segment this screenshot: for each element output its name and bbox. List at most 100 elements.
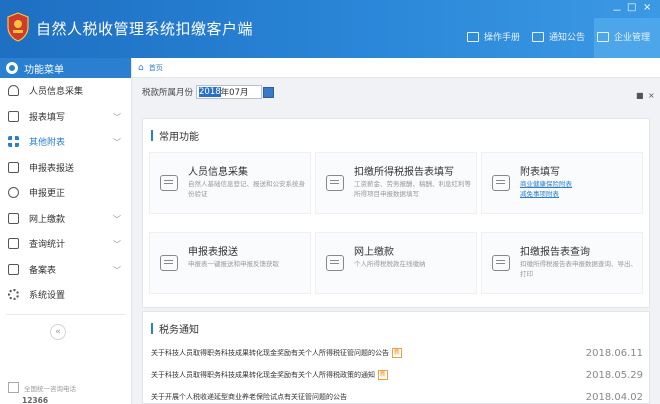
sidebar-item-label: 申报表报送 (29, 163, 75, 174)
sidebar-item-online-payment[interactable]: 网上缴款 ﹀ (0, 206, 131, 232)
common-functions-panel: 常用功能 人员信息采集 自然人基础信息登记、报送和公安系统身份验证 扣缴所得税报… (142, 118, 650, 308)
tax-month-year: 2018 (199, 87, 221, 97)
chevron-down-icon: ﹀ (113, 240, 121, 249)
tax-relief-link[interactable]: 减免事项附表 (520, 189, 638, 199)
card-online-payment[interactable]: 网上缴款 个人所得税税款在线缴纳 (315, 232, 477, 294)
hotline-number: 12366 (22, 396, 49, 404)
card-report-query[interactable]: 扣缴报告表查询 扣缴所得税报告表申报数据查询、导出、打印 (481, 232, 643, 294)
send-doc-icon (160, 255, 178, 271)
phone-icon (8, 382, 19, 393)
minimize-button[interactable]: － (612, 2, 622, 17)
sidebar-item-label: 备案表 (29, 265, 57, 276)
gear-icon (8, 289, 19, 301)
card-desc: 扣缴所得税报告表申报数据查询、导出、打印 (520, 260, 637, 278)
new-badge: 新 (392, 348, 403, 358)
sidebar-item-settings[interactable]: 系统设置 (0, 282, 131, 308)
tax-month-month: 年07月 (220, 88, 249, 98)
notice-item[interactable]: 关于科技人员取得职务科技成果转化现金奖励有关个人所得税征管问题的公告 新 201… (151, 346, 643, 360)
tab-close-button[interactable]: × (648, 91, 655, 100)
notice-link[interactable]: 通知公告 (532, 30, 585, 43)
panel-title-label: 税务通知 (159, 325, 199, 336)
sidebar-item-label: 报表填写 (29, 112, 66, 123)
card-personnel-info[interactable]: 人员信息采集 自然人基础信息登记、报送和公安系统身份验证 (149, 152, 311, 214)
id-card-icon (160, 175, 178, 191)
new-badge: 新 (378, 370, 389, 380)
query-icon (492, 255, 510, 271)
sidebar-item-submit-report[interactable]: 申报表报送 (0, 155, 131, 181)
close-button[interactable]: × (643, 2, 651, 13)
tax-month-label: 税款所属月份 (142, 88, 194, 98)
sidebar-divider (6, 314, 125, 315)
sidebar-item-correction[interactable]: 申报更正 (0, 180, 131, 206)
wallet-icon (8, 212, 19, 224)
send-doc-icon (8, 161, 19, 173)
hotline-label: 全国统一咨询电话 (24, 384, 76, 393)
panel-title-label: 常用功能 (159, 132, 199, 143)
tax-emblem-icon (7, 12, 29, 42)
sidebar-item-label: 网上缴款 (29, 214, 66, 225)
menu-header[interactable]: 功能菜单 (0, 58, 131, 78)
user-icon (8, 85, 19, 97)
menu-icon (6, 62, 18, 74)
query-icon (8, 238, 19, 250)
title-bar: 自然人税收管理系统扣缴客户端 操作手册 通知公告 企业管理 － □ × (0, 0, 660, 58)
enterprise-management-link[interactable]: 企业管理 (597, 30, 650, 43)
chevron-down-icon: ﹀ (113, 265, 121, 275)
card-submit-report[interactable]: 申报表报送 申报表一键报送和申报反馈获取 (149, 232, 311, 294)
card-title: 扣缴所得税报告表填写 (354, 167, 454, 178)
card-desc: 商业健康保险附表 减免事项附表 (520, 179, 638, 199)
card-attached-schedules[interactable]: 附表填写 商业健康保险附表 减免事项附表 (481, 152, 643, 214)
notice-text: 关于科技人员取得职务科技成果转化现金奖励有关个人所得税政策的通知 (151, 371, 375, 379)
report-form-icon (326, 175, 344, 191)
health-insurance-link[interactable]: 商业健康保险附表 (520, 179, 638, 189)
maximize-button[interactable]: □ (627, 2, 636, 13)
notice-item[interactable]: 关于科技人员取得职务科技成果转化现金奖励有关个人所得税政策的通知 新 2018.… (151, 368, 643, 382)
sidebar-item-label: 系统设置 (29, 291, 66, 302)
card-desc: 自然人基础信息登记、报送和公安系统身份验证 (188, 180, 305, 198)
calendar-picker-button[interactable] (263, 86, 275, 98)
notice-date: 2018.04.02 (585, 391, 643, 403)
chevron-down-icon: ﹀ (113, 138, 121, 147)
sidebar-item-report-fill[interactable]: 报表填写 ﹀ (0, 104, 131, 130)
sidebar-item-label: 其他附表 (29, 138, 66, 149)
sidebar-item-other-schedules[interactable]: 其他附表 ﹀ (0, 129, 131, 155)
common-functions-title: 常用功能 (151, 128, 199, 143)
chevron-down-icon: ﹀ (113, 214, 121, 224)
tax-month-filter: 税款所属月份 2018 年07月 (142, 85, 275, 99)
tax-month-input[interactable]: 2018 年07月 (196, 85, 263, 99)
chevron-down-icon: ﹀ (113, 112, 121, 122)
building-icon (597, 31, 609, 42)
wallet-icon (326, 255, 344, 271)
manual-link[interactable]: 操作手册 (467, 30, 520, 43)
home-icon[interactable]: ⌂ (138, 63, 144, 73)
edit-icon (492, 175, 510, 191)
sidebar-item-label: 查询统计 (29, 240, 66, 251)
manual-icon (467, 31, 479, 42)
breadcrumb-home[interactable]: 首页 (149, 63, 163, 73)
card-title: 申报表报送 (188, 247, 238, 258)
collapse-sidebar-button[interactable]: « (50, 324, 66, 340)
notice-item[interactable]: 关于开展个人税收递延型商业养老保险试点有关征管问题的公告 2018.04.02 (151, 390, 643, 404)
tax-notices-title: 税务通知 (151, 321, 199, 336)
card-withholding-report[interactable]: 扣缴所得税报告表填写 工资薪金、劳务报酬、稿酬、利息红利等所得项目申报数据填写 (315, 152, 477, 214)
tab-menu-button[interactable]: ■ (636, 91, 644, 100)
card-title: 网上缴款 (354, 247, 394, 258)
notice-text: 关于科技人员取得职务科技成果转化现金奖励有关个人所得税征管问题的公告 (151, 349, 389, 357)
sidebar: 功能菜单 人员信息采集 报表填写 ﹀ 其他附表 ﹀ 申报表报送 申报更正 网上缴… (0, 58, 132, 404)
card-title: 人员信息采集 (188, 167, 248, 178)
title-accent-bar (151, 130, 153, 141)
sidebar-item-query-stats[interactable]: 查询统计 ﹀ (0, 231, 131, 257)
notice-date: 2018.05.29 (585, 369, 643, 381)
menu-header-label: 功能菜单 (24, 64, 64, 76)
title-accent-bar (151, 323, 153, 334)
main-content: ⌂ 首页 ■ × 税款所属月份 2018 年07月 常用功能 人员信息采集 自然… (132, 58, 660, 404)
app-title: 自然人税收管理系统扣缴客户端 (36, 20, 254, 38)
sidebar-item-label: 申报更正 (29, 189, 66, 200)
card-title: 附表填写 (520, 167, 560, 178)
card-desc: 个人所得税税款在线缴纳 (354, 260, 426, 268)
card-title: 扣缴报告表查询 (520, 247, 590, 258)
search-icon (8, 187, 19, 199)
sidebar-item-personnel[interactable]: 人员信息采集 (0, 78, 131, 104)
sidebar-item-filing[interactable]: 备案表 ﹀ (0, 257, 131, 283)
notice-text: 关于开展个人税收递延型商业养老保险试点有关征管问题的公告 (151, 393, 347, 401)
